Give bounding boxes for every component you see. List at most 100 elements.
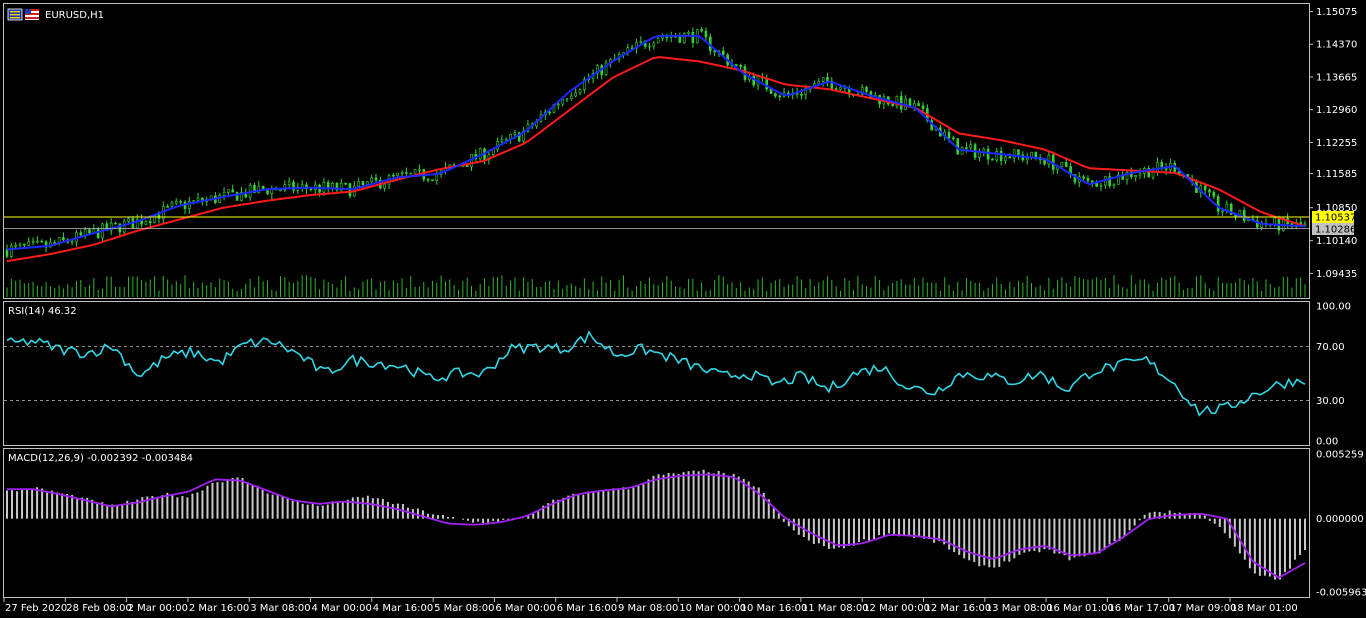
candle-body (800, 94, 803, 96)
us-flag-icon (25, 9, 39, 20)
time-tick-label: 4 Mar 00:00 (312, 603, 372, 614)
candle-body (127, 218, 130, 222)
candle-body (192, 200, 195, 203)
candle-body (361, 181, 365, 186)
candle-body (504, 138, 508, 141)
candle-body (79, 232, 83, 236)
candle-body (752, 75, 755, 86)
macd-label: MACD(12,26,9) -0.002392 -0.003484 (8, 453, 193, 464)
ma-slow-line (6, 56, 1306, 263)
time-tick-label: 9 Mar 08:00 (618, 603, 678, 614)
candle-body (331, 182, 334, 189)
candle-body (83, 229, 87, 236)
candle-body (148, 221, 152, 224)
candle-body (1273, 217, 1276, 225)
candle-body (765, 77, 768, 90)
candle-body (122, 221, 126, 233)
candle-body (426, 179, 430, 181)
mt-chart-window[interactable]: 1.15075 1.14370 1.13665 1.12960 1.12255 1.115… (0, 0, 1366, 618)
candle-body (370, 177, 373, 183)
candle-body (513, 132, 517, 135)
candle-body (400, 172, 404, 174)
rsi-tick-label: 100.00 (1316, 302, 1351, 313)
candle-body (27, 241, 31, 246)
time-tick-label: 12 Mar 16:00 (925, 603, 992, 614)
candle-body (1090, 180, 1094, 183)
candle-body (778, 95, 782, 98)
candle-body (418, 169, 421, 171)
candle-body (774, 93, 777, 97)
candle-body (309, 188, 313, 191)
candle-body (921, 105, 925, 109)
candle-body (565, 98, 569, 100)
macd-tick-label: 0.005259 (1316, 450, 1364, 461)
candle-body (1160, 162, 1164, 168)
candle-body (500, 139, 504, 142)
candle-body (114, 222, 117, 225)
candle-body (392, 174, 395, 177)
candle-body (1012, 149, 1016, 159)
candle-body (1008, 156, 1012, 159)
time-tick-label: 10 Mar 16:00 (741, 603, 808, 614)
candle-body (231, 189, 235, 193)
rsi-tick-label: 70.00 (1316, 342, 1345, 353)
candle-body (665, 36, 669, 39)
time-tick-label: 27 Feb 2020 (5, 603, 67, 614)
candle-body (344, 182, 347, 185)
candle-body (678, 36, 682, 43)
time-tick-label: 6 Mar 16:00 (557, 603, 617, 614)
candle-body (227, 189, 230, 193)
time-tick-label: 16 Mar 01:00 (1047, 603, 1114, 614)
candle-body (969, 144, 973, 149)
candle-body (36, 240, 39, 243)
time-tick-label: 5 Mar 08:00 (434, 603, 494, 614)
candle-body (478, 148, 482, 160)
candle-body (700, 29, 703, 32)
candle-body (326, 182, 330, 189)
eu-flag-icon (7, 8, 23, 21)
candle-body (287, 181, 291, 185)
time-tick-label: 3 Mar 08:00 (250, 603, 310, 614)
macd-tick-label: 0.000000 (1316, 514, 1364, 525)
candle-body (999, 150, 1003, 161)
candle-body (1099, 184, 1103, 187)
candle-body (570, 95, 573, 99)
candle-body (1112, 184, 1116, 187)
candle-body (917, 103, 920, 107)
candle-body (279, 189, 282, 192)
candle-body (374, 177, 378, 181)
candle-body (952, 137, 955, 140)
candle-body (704, 30, 708, 38)
candle-body (899, 95, 903, 110)
candle-body (947, 131, 951, 139)
candle-body (88, 229, 91, 234)
candle-body (1064, 162, 1068, 167)
y-axis-ticks: 1.15075 1.14370 1.13665 1.12960 1.12255 1.115… (1309, 7, 1366, 599)
candle-body (170, 202, 174, 207)
candle-body (1138, 173, 1142, 176)
candle-body (995, 150, 999, 161)
price-tick-label: 1.13665 (1316, 72, 1357, 83)
candle-body (196, 197, 200, 202)
candle-body (435, 174, 439, 181)
candle-body (561, 99, 564, 105)
candle-body (1221, 210, 1224, 213)
candle-body (1303, 223, 1307, 226)
candle-body (691, 31, 695, 43)
candle-body (300, 184, 304, 188)
candle-body (639, 41, 643, 43)
time-tick-label: 16 Mar 17:00 (1108, 603, 1175, 614)
candle-body (1156, 162, 1159, 172)
candle-body (656, 38, 660, 44)
candle-body (578, 89, 582, 94)
rsi-line (6, 330, 1306, 417)
candle-body (1060, 162, 1064, 168)
price-tick-label: 1.09435 (1316, 269, 1357, 280)
candle-body (1017, 149, 1020, 155)
symbol-header[interactable]: EURUSD,H1 (7, 8, 104, 21)
candle-body (648, 45, 651, 48)
price-candles (5, 26, 1307, 259)
macd-tick-label: -0.005963 (1316, 588, 1366, 599)
candle-body (817, 80, 821, 85)
candle-body (396, 172, 400, 176)
